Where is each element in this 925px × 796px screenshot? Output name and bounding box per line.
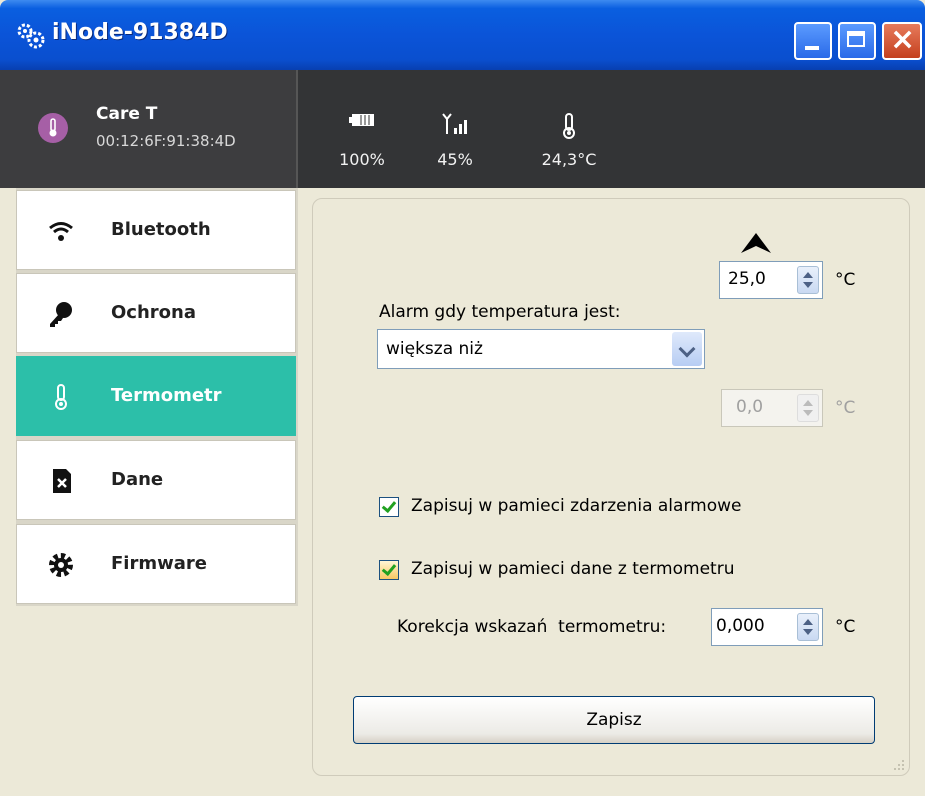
sidebar-item-dane[interactable]: Dane: [16, 440, 296, 520]
sidebar-item-label: Ochrona: [111, 302, 196, 323]
lower-threshold-unit: °C: [835, 398, 856, 418]
sidebar-item-bluetooth[interactable]: Bluetooth: [16, 190, 296, 270]
save-button-label: Zapisz: [586, 710, 642, 730]
maximize-icon[interactable]: [838, 22, 876, 60]
chevron-down-icon[interactable]: [672, 332, 702, 366]
sidebar-item-label: Firmware: [111, 553, 207, 574]
spinner-arrows-icon: [797, 394, 819, 422]
alarm-condition-label: Alarm gdy temperatura jest:: [379, 302, 621, 322]
battery-icon: [349, 114, 374, 126]
spinner-arrows-icon[interactable]: [797, 613, 819, 641]
sidebar: Bluetooth Ochrona Termometr Dane Firmwar…: [16, 188, 298, 606]
alarm-events-checkbox[interactable]: [379, 497, 399, 517]
device-mac: 00:12:6F:91:38:4D: [96, 132, 236, 150]
battery-value: 100%: [339, 150, 385, 169]
device-name: Care T: [96, 104, 158, 124]
alarm-condition-value: większa niż: [386, 339, 483, 359]
resize-grip-icon[interactable]: [893, 759, 905, 771]
save-button[interactable]: Zapisz: [353, 696, 875, 744]
upper-threshold-spinner[interactable]: 25,0: [719, 261, 823, 299]
gears-icon: [17, 23, 45, 49]
thermo-data-label: Zapisuj w pamieci dane z termometru: [411, 559, 735, 579]
correction-unit: °C: [835, 617, 856, 637]
correction-value: 0,000: [716, 616, 765, 636]
title-bar[interactable]: iNode-91384D ×: [0, 0, 925, 70]
close-icon[interactable]: ×: [882, 22, 922, 60]
upper-threshold-value: 25,0: [728, 269, 766, 289]
sidebar-item-termometr[interactable]: Termometr: [16, 356, 296, 436]
alarm-events-label: Zapisuj w pamieci zdarzenia alarmowe: [411, 496, 742, 516]
lower-threshold-value: 0,0: [736, 397, 764, 417]
temperature-value: 24,3°C: [541, 150, 597, 169]
thermometer-icon: [38, 113, 68, 143]
sidebar-item-ochrona[interactable]: Ochrona: [16, 273, 296, 353]
correction-spinner[interactable]: 0,000: [711, 608, 823, 646]
device-card: Care T 00:12:6F:91:38:4D: [0, 70, 298, 188]
signal-value: 45%: [437, 150, 473, 169]
settings-panel: 25,0 °C Alarm gdy temperatura jest: więk…: [312, 198, 910, 776]
spinner-arrows-icon[interactable]: [797, 266, 819, 294]
battery-stat: 100%: [322, 70, 402, 188]
wifi-icon: [49, 222, 73, 241]
device-header: Care T 00:12:6F:91:38:4D 100% 45% 24,3°C: [0, 70, 925, 188]
minimize-icon[interactable]: [794, 22, 832, 60]
window-title: iNode-91384D: [52, 20, 228, 45]
sidebar-item-label: Dane: [111, 469, 164, 490]
thermometer-icon: [55, 384, 67, 410]
sidebar-item-label: Termometr: [111, 385, 222, 406]
up-arrow-icon: [741, 233, 771, 253]
correction-label: Korekcja wskazań termometru:: [397, 617, 667, 637]
key-icon: [50, 302, 72, 327]
sd-card-icon: [53, 469, 71, 493]
signal-icon: [442, 113, 467, 134]
lower-threshold-spinner: 0,0: [721, 389, 823, 427]
sidebar-item-label: Bluetooth: [111, 219, 211, 240]
upper-threshold-unit: °C: [835, 270, 856, 290]
sidebar-item-firmware[interactable]: Firmware: [16, 524, 296, 604]
signal-stat: 45%: [415, 70, 495, 188]
thermo-data-checkbox[interactable]: [379, 560, 399, 580]
thermometer-icon: [563, 113, 575, 139]
alarm-condition-select[interactable]: większa niż: [377, 329, 705, 369]
gear-icon: [49, 553, 73, 577]
temperature-stat: 24,3°C: [529, 70, 609, 188]
